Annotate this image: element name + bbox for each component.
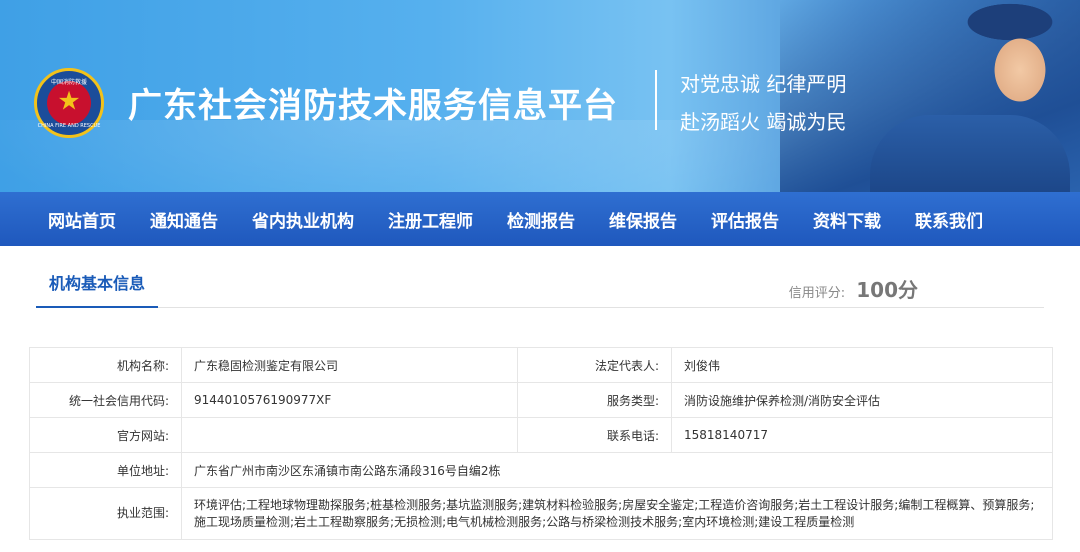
- name-label: 机构名称:: [29, 347, 182, 383]
- info-tabbar: 机构基本信息 信用评分: 100分: [36, 262, 1044, 308]
- scope-label: 执业范围:: [29, 487, 182, 540]
- header-banner: 中国消防救援 ★ CHINA FIRE AND RESCUE 广东社会消防技术服…: [0, 0, 1080, 192]
- site-title[interactable]: 广东社会消防技术服务信息平台: [128, 78, 618, 127]
- table-row: 统一社会信用代码: 9144010576190977XF 服务类型: 消防设施维…: [29, 382, 1053, 418]
- nav-item-engineers[interactable]: 注册工程师: [371, 207, 490, 232]
- nav-item-contact[interactable]: 联系我们: [898, 207, 1000, 232]
- header-divider: [655, 70, 657, 130]
- table-row: 机构名称: 广东稳固检测鉴定有限公司 法定代表人: 刘俊伟: [29, 347, 1053, 383]
- website-label: 官方网站:: [29, 417, 182, 453]
- website-value[interactable]: [181, 417, 518, 453]
- nav-item-institutions[interactable]: 省内执业机构: [235, 207, 371, 232]
- scope-value: 环境评估;工程地球物理勘探服务;桩基检测服务;基坑监测服务;建筑材料检验服务;房…: [181, 487, 1053, 540]
- logo-bottom-text: CHINA FIRE AND RESCUE: [37, 123, 101, 129]
- phone-label: 联系电话:: [517, 417, 672, 453]
- logo-top-text: 中国消防救援: [50, 79, 87, 86]
- nav-item-notices[interactable]: 通知通告: [133, 207, 235, 232]
- credit-score: 信用评分: 100分: [789, 274, 918, 303]
- table-row: 官方网站: 联系电话: 15818140717: [29, 417, 1053, 453]
- legal-rep-value: 刘俊伟: [671, 347, 1053, 383]
- slogan-line-2: 赴汤蹈火 竭诚为民: [680, 110, 847, 134]
- address-value: 广东省广州市南沙区东涌镇市南公路东涌段316号自编2栋: [181, 452, 1053, 488]
- nav-item-home[interactable]: 网站首页: [32, 207, 133, 232]
- nav-item-maintenance-reports[interactable]: 维保报告: [592, 207, 694, 232]
- phone-value: 15818140717: [671, 417, 1053, 453]
- address-label: 单位地址:: [29, 452, 182, 488]
- nav-item-assessment-reports[interactable]: 评估报告: [694, 207, 796, 232]
- credit-code-label: 统一社会信用代码:: [29, 382, 182, 418]
- service-type-label: 服务类型:: [517, 382, 672, 418]
- legal-rep-label: 法定代表人:: [517, 347, 672, 383]
- nav-item-downloads[interactable]: 资料下载: [796, 207, 898, 232]
- name-value: 广东稳固检测鉴定有限公司: [181, 347, 518, 383]
- tab-basic-info[interactable]: 机构基本信息: [36, 262, 158, 308]
- credit-score-label: 信用评分:: [788, 286, 846, 301]
- institution-info-table: 机构名称: 广东稳固检测鉴定有限公司 法定代表人: 刘俊伟 统一社会信用代码: …: [29, 347, 1053, 540]
- credit-score-value: 100分: [856, 278, 918, 302]
- star-icon: ★: [57, 86, 81, 117]
- fire-rescue-emblem-icon: 中国消防救援 ★ CHINA FIRE AND RESCUE: [34, 68, 104, 138]
- nav-item-inspection-reports[interactable]: 检测报告: [490, 207, 592, 232]
- main-nav: 网站首页 通知通告 省内执业机构 注册工程师 检测报告 维保报告 评估报告 资料…: [0, 192, 1080, 246]
- table-row: 单位地址: 广东省广州市南沙区东涌镇市南公路东涌段316号自编2栋: [29, 452, 1053, 488]
- service-type-value: 消防设施维护保养检测/消防安全评估: [671, 382, 1053, 418]
- table-row: 执业范围: 环境评估;工程地球物理勘探服务;桩基检测服务;基坑监测服务;建筑材料…: [29, 487, 1053, 540]
- credit-code-value: 9144010576190977XF: [181, 382, 518, 418]
- banner-photo-figure: [870, 115, 1070, 192]
- slogan-line-1: 对党忠诚 纪律严明: [680, 72, 847, 96]
